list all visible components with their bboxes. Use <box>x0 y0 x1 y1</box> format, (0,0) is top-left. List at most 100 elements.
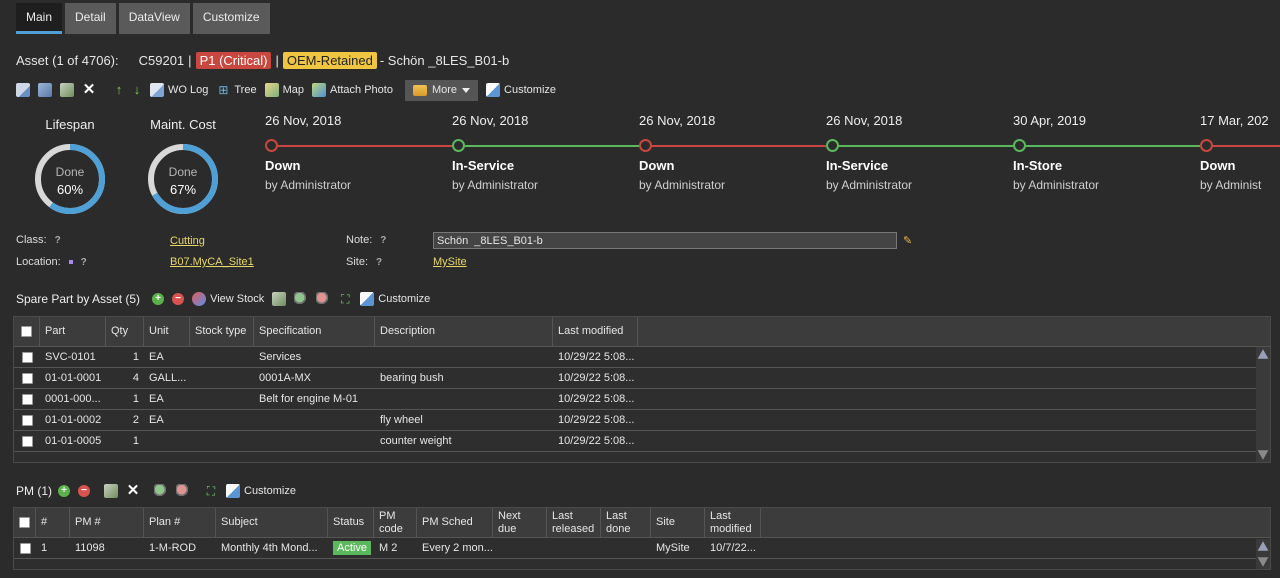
add-icon[interactable]: + <box>58 485 70 497</box>
timeline-by: by Administrator <box>265 178 352 192</box>
tab-customize[interactable]: Customize <box>192 3 270 34</box>
checkbox[interactable] <box>21 326 32 337</box>
expand-button[interactable]: ⛶ <box>338 292 352 306</box>
wo-log-button[interactable]: WO Log <box>150 83 208 97</box>
customize-button[interactable]: Customize <box>226 484 296 498</box>
move-up-button[interactable]: ↑ <box>114 83 124 97</box>
table-row[interactable]: 01-01-0005 1 counter weight 10/29/22 5:08..… <box>14 431 1270 452</box>
select-all-checkbox[interactable] <box>14 317 40 346</box>
location-link[interactable]: B07.MyCA_Site1 <box>170 256 254 268</box>
timeline-point[interactable]: 26 Nov, 2018 Down by Administrator <box>639 110 819 192</box>
col-pm-sched[interactable]: PM Sched <box>417 508 493 537</box>
col-pm-code[interactable]: PM code <box>374 508 417 537</box>
site-link[interactable]: MySite <box>433 256 467 268</box>
col-specification[interactable]: Specification <box>254 317 375 346</box>
checkbox[interactable] <box>21 414 33 426</box>
edit-button[interactable] <box>104 484 118 498</box>
note-input[interactable] <box>433 232 897 249</box>
customize-button[interactable]: Customize <box>360 292 430 306</box>
scroll-down-icon[interactable] <box>1257 557 1269 567</box>
col-part[interactable]: Part <box>40 317 106 346</box>
row-checkbox[interactable] <box>14 389 40 409</box>
tree-button[interactable]: ⊞ Tree <box>216 83 256 97</box>
copy-button[interactable] <box>38 83 52 97</box>
pencil-icon[interactable]: ✎ <box>903 235 915 247</box>
attach-photo-button[interactable]: Attach Photo <box>311 83 393 97</box>
col-last-modified[interactable]: Last modified <box>705 508 761 537</box>
col-description[interactable]: Description <box>375 317 553 346</box>
checkbox[interactable] <box>21 435 33 447</box>
row-checkbox[interactable] <box>14 410 40 430</box>
customize-button[interactable]: Customize <box>486 83 556 97</box>
col-qty[interactable]: Qty <box>106 317 144 346</box>
help-icon[interactable]: ? <box>55 235 61 246</box>
expand-button[interactable]: ⛶ <box>204 484 218 498</box>
scroll-up-icon[interactable] <box>1257 541 1269 551</box>
tab-dataview[interactable]: DataView <box>118 3 190 34</box>
row-checkbox[interactable] <box>14 347 40 367</box>
map-button[interactable]: Map <box>264 83 304 97</box>
col-subject[interactable]: Subject <box>216 508 328 537</box>
view-stock-button[interactable]: View Stock <box>192 292 264 306</box>
col-pm-number[interactable]: PM # <box>70 508 144 537</box>
checkbox[interactable] <box>19 542 31 554</box>
add-icon[interactable]: + <box>152 293 165 305</box>
table-row[interactable]: 01-01-0001 4 GALL... 0001A-MX bearing bush 10… <box>14 368 1270 389</box>
row-checkbox[interactable] <box>14 431 40 451</box>
col-status[interactable]: Status <box>328 508 374 537</box>
col-stock-type[interactable]: Stock type <box>190 317 254 346</box>
col-last-done[interactable]: Last done <box>601 508 651 537</box>
checkbox[interactable] <box>21 372 33 384</box>
tab-main[interactable]: Main <box>16 3 63 34</box>
remove-icon[interactable]: − <box>78 485 90 497</box>
remove-icon[interactable]: − <box>172 293 185 305</box>
col-site[interactable]: Site <box>651 508 705 537</box>
timeline-point[interactable]: 26 Nov, 2018 In-Service by Administrator <box>826 110 1006 192</box>
scroll-up-icon[interactable] <box>1257 349 1269 359</box>
timeline-point[interactable]: 30 Apr, 2019 In-Store by Administrator <box>1013 110 1193 192</box>
help-icon[interactable]: ? <box>380 235 386 246</box>
row-checkbox[interactable] <box>14 538 36 558</box>
timeline-point[interactable]: 26 Nov, 2018 Down by Administrator <box>265 110 445 192</box>
table-row[interactable]: 0001-000... 1 EA Belt for engine M-01 10/29/… <box>14 389 1270 410</box>
timeline-point[interactable]: 17 Mar, 202 Down by Administ <box>1200 110 1280 192</box>
help-icon[interactable]: ? <box>81 257 87 268</box>
timeline-dot <box>639 139 652 152</box>
checkbox[interactable] <box>21 351 33 363</box>
checkbox[interactable] <box>21 393 33 405</box>
edit-button[interactable] <box>272 292 287 306</box>
timeline-point[interactable]: 26 Nov, 2018 In-Service by Administrator <box>452 110 632 192</box>
col-last-released[interactable]: Last released <box>547 508 601 537</box>
tree-icon: ⊞ <box>218 83 229 97</box>
more-dropdown[interactable]: More <box>404 79 479 101</box>
move-down-button[interactable]: ↓ <box>132 83 142 97</box>
row-checkbox[interactable] <box>14 368 40 388</box>
zoom-out-button[interactable] <box>176 484 190 498</box>
col-unit[interactable]: Unit <box>144 317 190 346</box>
scrollbar[interactable] <box>1256 347 1270 462</box>
tab-detail[interactable]: Detail <box>65 3 116 34</box>
duplicate-button[interactable] <box>60 83 74 97</box>
col-plan-number[interactable]: Plan # <box>144 508 216 537</box>
edit-button[interactable] <box>16 83 30 97</box>
table-row[interactable]: 01-01-0002 2 EA fly wheel 10/29/22 5:08... <box>14 410 1270 431</box>
col-last-modified[interactable]: Last modified <box>553 317 638 346</box>
pm-cell: 1-M-ROD <box>149 542 197 554</box>
class-link[interactable]: Cutting <box>170 235 205 247</box>
table-row[interactable]: SVC-0101 1 EA Services 10/29/22 5:08... <box>14 347 1270 368</box>
delete-button[interactable]: ✕ <box>126 483 140 498</box>
zoom-in-button[interactable] <box>154 484 168 498</box>
col-last-modified-cell: 10/29/22 5:08... <box>558 414 635 426</box>
scrollbar[interactable] <box>1256 539 1270 569</box>
col-number[interactable]: # <box>36 508 70 537</box>
zoom-out-button[interactable] <box>316 292 331 306</box>
checkbox[interactable] <box>19 517 30 528</box>
col-next-due[interactable]: Next due <box>493 508 547 537</box>
customize-icon <box>486 83 501 97</box>
table-row[interactable]: 1 11098 1-M-ROD Monthly 4th Mond... Active M … <box>14 538 1270 559</box>
select-all-checkbox[interactable] <box>14 508 36 537</box>
help-icon[interactable]: ? <box>376 257 382 268</box>
zoom-in-button[interactable] <box>294 292 309 306</box>
scroll-down-icon[interactable] <box>1257 450 1269 460</box>
delete-button[interactable]: ✕ <box>82 82 96 97</box>
